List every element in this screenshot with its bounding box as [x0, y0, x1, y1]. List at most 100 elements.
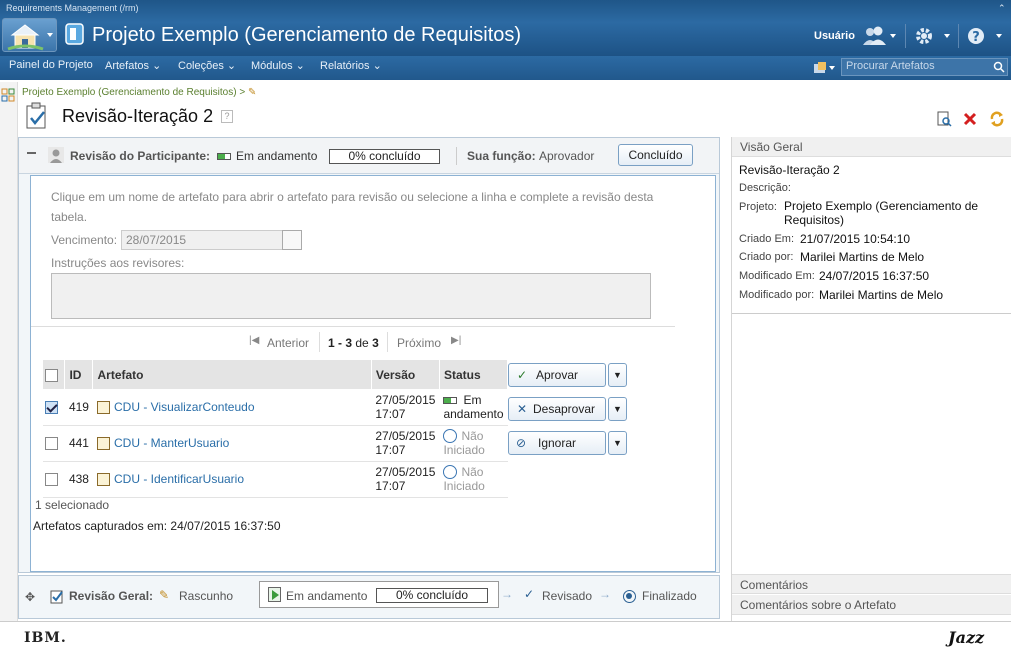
separator: [387, 332, 388, 352]
row-checkbox[interactable]: [45, 473, 58, 487]
users-icon[interactable]: [862, 26, 896, 46]
search-scope-icon[interactable]: [813, 61, 837, 75]
artifact-table: ID Artefato Versão Status 419 CDU - Visu…: [43, 360, 509, 498]
approve-button[interactable]: ✓ Aprovar: [508, 363, 606, 387]
check-icon: ✓: [517, 368, 528, 382]
help-icon[interactable]: ?: [221, 110, 233, 123]
artifact-link[interactable]: CDU - VisualizarConteudo: [114, 400, 255, 414]
clock-icon: [443, 465, 458, 480]
breadcrumb-link[interactable]: Projeto Exemplo (Gerenciamento de Requis…: [22, 87, 245, 98]
column-header-status[interactable]: Status: [439, 360, 509, 389]
table-row[interactable]: 438 CDU - IdentificarUsuario 27/05/2015 …: [43, 461, 508, 498]
reviewer-instructions-field[interactable]: [51, 273, 651, 319]
table-row[interactable]: 419 CDU - VisualizarConteudo 27/05/2015 …: [43, 389, 508, 426]
row-checkbox[interactable]: [45, 400, 58, 414]
user-menu-label[interactable]: Usuário: [814, 30, 855, 42]
comments-section[interactable]: Comentários: [732, 574, 1011, 594]
pager-prev[interactable]: Anterior: [267, 336, 309, 350]
select-all-checkbox[interactable]: [45, 368, 58, 382]
mini-dashboard-icon[interactable]: [1, 88, 15, 102]
column-header-artifact[interactable]: Artefato: [92, 360, 372, 389]
modified-on-label: Modificado Em:: [739, 270, 815, 282]
user-icon: [48, 147, 64, 163]
pager-info: 1 - 3 de 3: [328, 336, 379, 350]
page-title: Revisão-Iteração 2: [62, 106, 214, 126]
breadcrumb[interactable]: Projeto Exemplo (Gerenciamento de Requis…: [22, 87, 256, 98]
chevron-down-icon: [944, 34, 950, 38]
chevron-down-icon: ▼: [613, 404, 622, 414]
overview-title[interactable]: Visão Geral: [732, 137, 1011, 157]
arrow-icon: →: [501, 587, 513, 601]
row-version: 27/05/2015 17:07: [371, 425, 440, 462]
step-reviewed: Revisado: [542, 589, 593, 603]
first-page-icon[interactable]: |◀: [249, 335, 259, 346]
jazz-logo: Jazz: [948, 628, 985, 647]
top-bar: Requirements Management (/rm) Projeto Ex…: [0, 0, 1011, 56]
chevron-down-icon: ⌄: [152, 60, 162, 72]
approve-label: Aprovar: [535, 368, 579, 382]
nav-label: Coleções: [178, 60, 224, 72]
separator: [319, 332, 320, 352]
column-header-id[interactable]: ID: [64, 360, 94, 389]
search-input[interactable]: Procurar Artefatos: [841, 58, 1008, 76]
clock-icon: [443, 429, 458, 444]
divider: [732, 313, 1011, 314]
column-header-version[interactable]: Versão: [371, 360, 440, 389]
pencil-icon[interactable]: ✎: [248, 87, 256, 98]
artifact-comments-section[interactable]: Comentários sobre o Artefato: [732, 595, 1011, 615]
gear-icon[interactable]: [914, 26, 952, 46]
nav-item-painel[interactable]: Painel do Projeto: [9, 59, 93, 71]
ignore-dropdown[interactable]: ▼: [608, 431, 627, 455]
nav-item-artefatos[interactable]: Artefatos ⌄: [105, 59, 161, 72]
nav-item-modulos[interactable]: Módulos ⌄: [251, 59, 305, 72]
approve-dropdown[interactable]: ▼: [608, 363, 627, 387]
nav-item-colecoes[interactable]: Coleções ⌄: [178, 59, 236, 72]
created-on-label: Criado Em:: [739, 233, 795, 245]
step-in-progress: Em andamento: [286, 589, 368, 603]
ignore-label: Ignorar: [537, 436, 577, 450]
home-menu-button[interactable]: [2, 18, 57, 52]
ignore-icon: ⊘: [516, 436, 527, 450]
review-content: Clique em um nome de artefato para abrir…: [30, 175, 716, 572]
nav-item-relatorios[interactable]: Relatórios ⌄: [320, 59, 382, 72]
overview-panel: Visão Geral Revisão-Iteração 2 Descrição…: [731, 137, 1011, 622]
general-review-label: Revisão Geral:: [69, 589, 154, 603]
pager-next[interactable]: Próximo: [397, 336, 441, 350]
artifact-link[interactable]: CDU - ManterUsuario: [114, 436, 229, 450]
chevron-down-icon: [996, 34, 1002, 38]
review-instructions: Clique em um nome de artefato para abrir…: [51, 190, 654, 224]
separator: [905, 24, 906, 48]
row-version: 27/05/2015 17:07: [371, 461, 440, 498]
calendar-button[interactable]: [282, 230, 302, 250]
pencil-icon: ✎: [159, 588, 170, 602]
divider: [31, 326, 675, 327]
artifact-link[interactable]: CDU - IdentificarUsuario: [114, 472, 244, 486]
status-progress-icon: [443, 396, 458, 404]
participant-header: Revisão do Participante: Em andamento 0%…: [19, 138, 719, 174]
overview-name: Revisão-Iteração 2: [739, 163, 840, 177]
ignore-button[interactable]: ⊘ Ignorar: [508, 431, 606, 455]
disapprove-dropdown[interactable]: ▼: [608, 397, 627, 421]
separator: [456, 147, 457, 165]
help-icon[interactable]: ?: [966, 26, 1006, 46]
done-button[interactable]: Concluído: [618, 144, 693, 166]
footer: IBM. Jazz: [0, 621, 1011, 655]
search-icon[interactable]: [993, 61, 1005, 73]
collapse-icon[interactable]: ⌃: [998, 3, 1006, 14]
table-row[interactable]: 441 CDU - ManterUsuario 27/05/2015 17:07…: [43, 425, 508, 462]
collapse-icon[interactable]: [27, 152, 36, 154]
last-page-icon[interactable]: ▶|: [451, 335, 461, 346]
pager-total: 3: [372, 336, 379, 350]
row-checkbox[interactable]: [45, 437, 58, 451]
finalized-icon: [623, 590, 636, 603]
step-draft: Rascunho: [179, 589, 234, 603]
pager-of: de: [355, 336, 369, 350]
disapprove-button[interactable]: ✕ Desaprovar: [508, 397, 606, 421]
due-date-field[interactable]: 28/07/2015: [121, 230, 283, 250]
expand-icon[interactable]: ✥: [25, 590, 35, 604]
report-icon[interactable]: [936, 111, 952, 127]
participant-review-panel: Revisão do Participante: Em andamento 0%…: [18, 137, 720, 573]
artifact-icon: [96, 437, 110, 451]
refresh-icon[interactable]: [989, 111, 1005, 127]
delete-icon[interactable]: [963, 112, 977, 126]
